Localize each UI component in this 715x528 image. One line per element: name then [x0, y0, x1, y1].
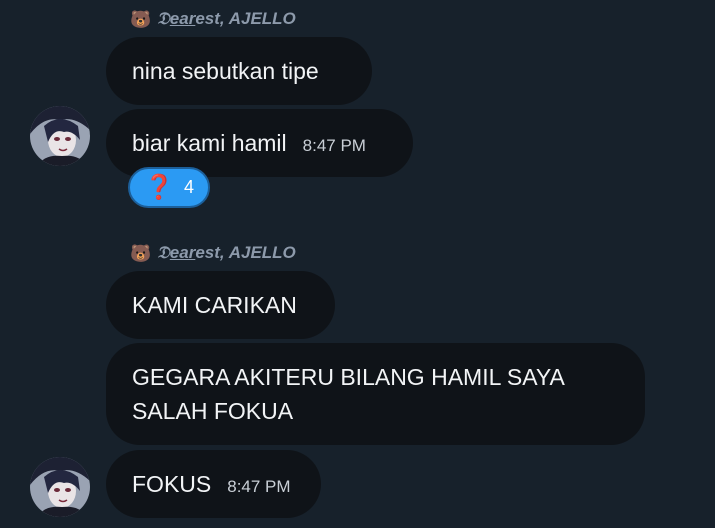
message-text-line: GEGARA AKITERU BILANG HAMIL SAYA	[132, 364, 565, 390]
avatar-image	[30, 457, 90, 517]
message-timestamp: 8:47 PM	[302, 136, 366, 155]
message-text: biar kami hamil	[132, 130, 287, 156]
reaction-button[interactable]: ❓ 4	[128, 167, 210, 208]
message-bubble[interactable]: KAMI CARIKAN	[106, 271, 335, 339]
avatar[interactable]	[30, 457, 90, 517]
bear-emoji-icon: 🐻	[130, 9, 152, 29]
question-mark-icon: ❓	[144, 173, 174, 201]
message-bubble[interactable]: GEGARA AKITERU BILANG HAMIL SAYA SALAH F…	[106, 343, 645, 445]
message-timestamp: 8:47 PM	[227, 477, 291, 496]
message-bubble[interactable]: FOKUS 8:47 PM	[106, 450, 321, 518]
message-text-line: SALAH FOKUA	[132, 398, 294, 424]
message-text: KAMI CARIKAN	[132, 292, 297, 318]
message-text: nina sebutkan tipe	[132, 58, 319, 84]
sender-name[interactable]: 🐻 𝔇earest, AJELLO	[130, 242, 296, 264]
bear-emoji-icon: 🐻	[130, 243, 152, 263]
sender-name-text: 𝔇earest, AJELLO	[157, 243, 296, 262]
sender-name-text: 𝔇earest, AJELLO	[157, 9, 296, 28]
avatar-image	[30, 106, 90, 166]
message-text: FOKUS	[132, 471, 212, 497]
reaction-count: 4	[183, 177, 194, 197]
message-bubble[interactable]: nina sebutkan tipe	[106, 37, 372, 105]
avatar[interactable]	[30, 106, 90, 166]
sender-name[interactable]: 🐻 𝔇earest, AJELLO	[130, 8, 296, 30]
chat-area: 🐻 𝔇earest, AJELLO nina sebutkan tipe bia…	[0, 0, 715, 528]
